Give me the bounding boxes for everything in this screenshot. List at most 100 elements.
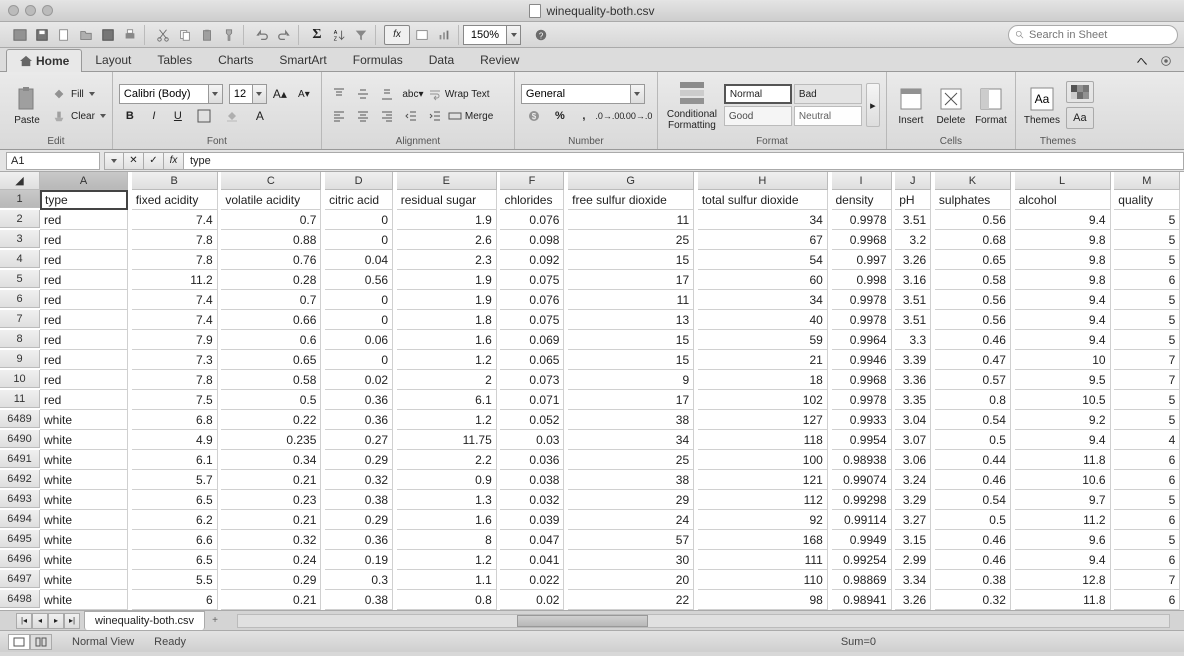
cell[interactable]: 2.3 xyxy=(397,250,497,270)
cell[interactable]: 0.02 xyxy=(325,370,393,390)
horizontal-scrollbar[interactable] xyxy=(237,614,1170,628)
open-icon[interactable] xyxy=(76,25,96,45)
column-header[interactable]: G xyxy=(568,172,694,190)
cell[interactable]: red xyxy=(40,270,128,290)
cell[interactable]: 100 xyxy=(698,450,828,470)
help-icon[interactable]: ? xyxy=(531,25,551,45)
cell[interactable]: 3.51 xyxy=(895,210,931,230)
search-input[interactable] xyxy=(1029,29,1171,41)
cell[interactable]: 112 xyxy=(698,490,828,510)
cell[interactable]: 11 xyxy=(568,210,694,230)
cell[interactable]: 0.28 xyxy=(221,270,321,290)
cell[interactable]: 5 xyxy=(1114,310,1180,330)
cell[interactable]: 3.39 xyxy=(895,350,931,370)
cell[interactable]: 38 xyxy=(568,470,694,490)
cell[interactable]: 3.36 xyxy=(895,370,931,390)
row-header[interactable]: 6492 xyxy=(0,470,40,488)
cell[interactable]: 22 xyxy=(568,590,694,610)
formula-input[interactable]: type xyxy=(184,152,1184,170)
font-size-dropdown[interactable] xyxy=(253,84,267,104)
cell[interactable]: 34 xyxy=(698,210,828,230)
sheet-nav-next[interactable]: ▸ xyxy=(48,613,64,629)
view-normal-icon[interactable] xyxy=(8,634,30,650)
cell[interactable]: fixed acidity xyxy=(132,190,218,210)
undo-icon[interactable] xyxy=(252,25,272,45)
cell[interactable]: 15 xyxy=(568,330,694,350)
cell[interactable]: 10 xyxy=(1015,350,1111,370)
cell[interactable]: red xyxy=(40,350,128,370)
cell[interactable]: 0.998 xyxy=(832,270,892,290)
delete-button[interactable]: Delete xyxy=(933,74,969,136)
cell[interactable]: 0.54 xyxy=(935,490,1011,510)
cell[interactable]: 4.9 xyxy=(132,430,218,450)
cell[interactable]: 1.2 xyxy=(397,350,497,370)
font-name-input[interactable] xyxy=(119,84,209,104)
row-header[interactable]: 6 xyxy=(0,290,40,308)
cell[interactable]: 6 xyxy=(1114,550,1180,570)
print-icon[interactable] xyxy=(120,25,140,45)
cell[interactable]: 9.8 xyxy=(1015,230,1111,250)
cell[interactable]: 0.9954 xyxy=(832,430,892,450)
column-header[interactable]: J xyxy=(895,172,931,190)
cell[interactable]: citric acid xyxy=(325,190,393,210)
cell[interactable]: 0.9978 xyxy=(832,390,892,410)
cell[interactable]: 3.2 xyxy=(895,230,931,250)
cell[interactable]: 6.6 xyxy=(132,530,218,550)
paste-button[interactable]: Paste xyxy=(6,74,48,136)
zoom-input[interactable] xyxy=(463,25,507,45)
cell[interactable]: 0.076 xyxy=(500,210,564,230)
cell[interactable]: 25 xyxy=(568,450,694,470)
shrink-font-icon[interactable]: A▾ xyxy=(293,84,315,104)
tab-smartart[interactable]: SmartArt xyxy=(266,48,339,71)
column-header[interactable]: I xyxy=(832,172,892,190)
font-size-input[interactable] xyxy=(229,84,253,104)
cell[interactable]: 38 xyxy=(568,410,694,430)
fill-button[interactable]: Fill xyxy=(52,84,106,104)
autosum-icon[interactable]: Σ xyxy=(307,25,327,45)
cell[interactable]: 17 xyxy=(568,270,694,290)
insert-button[interactable]: Insert xyxy=(893,74,929,136)
cell[interactable]: 0.56 xyxy=(935,210,1011,230)
increase-indent-icon[interactable] xyxy=(424,106,446,126)
cell[interactable]: 9.4 xyxy=(1015,330,1111,350)
cell[interactable]: 5 xyxy=(1114,210,1180,230)
cell[interactable]: 6 xyxy=(1114,590,1180,610)
theme-colors-icon[interactable] xyxy=(1066,81,1094,103)
cell[interactable]: 1.9 xyxy=(397,210,497,230)
orientation-button[interactable]: abc▾ xyxy=(400,84,426,104)
cell[interactable]: 0.03 xyxy=(500,430,564,450)
cell[interactable]: 9.8 xyxy=(1015,270,1111,290)
cell[interactable]: 7 xyxy=(1114,350,1180,370)
cell[interactable]: 0.7 xyxy=(221,290,321,310)
font-color-button[interactable]: A xyxy=(247,106,273,126)
cell[interactable]: 0.24 xyxy=(221,550,321,570)
cell[interactable]: 0.9 xyxy=(397,470,497,490)
cell[interactable]: 6.8 xyxy=(132,410,218,430)
cell[interactable]: 0.5 xyxy=(221,390,321,410)
cell[interactable]: 0.99254 xyxy=(832,550,892,570)
view-layout-icon[interactable] xyxy=(30,634,52,650)
cell[interactable]: 15 xyxy=(568,250,694,270)
cell[interactable]: 168 xyxy=(698,530,828,550)
cell[interactable]: 0.56 xyxy=(935,310,1011,330)
cell[interactable]: 0.9968 xyxy=(832,230,892,250)
cell[interactable]: white xyxy=(40,570,128,590)
cell[interactable]: 0.46 xyxy=(935,550,1011,570)
cell[interactable]: 5.7 xyxy=(132,470,218,490)
cell[interactable]: 3.34 xyxy=(895,570,931,590)
name-dropdown[interactable] xyxy=(104,152,124,170)
cell[interactable]: residual sugar xyxy=(397,190,497,210)
redo-icon[interactable] xyxy=(274,25,294,45)
row-header[interactable]: 6496 xyxy=(0,550,40,568)
cell[interactable]: 0.9978 xyxy=(832,310,892,330)
cell[interactable]: 24 xyxy=(568,510,694,530)
cell[interactable]: 0 xyxy=(325,230,393,250)
cell[interactable]: 11 xyxy=(568,290,694,310)
cell[interactable]: 0.65 xyxy=(221,350,321,370)
cell[interactable]: 7.4 xyxy=(132,310,218,330)
spreadsheet-grid[interactable]: ◢ABCDEFGHIJKLM1typefixed acidityvolatile… xyxy=(0,172,1184,610)
cell[interactable]: white xyxy=(40,450,128,470)
tab-layout[interactable]: Layout xyxy=(82,48,144,71)
cell[interactable]: 21 xyxy=(698,350,828,370)
conditional-formatting-button[interactable]: Conditional Formatting xyxy=(664,74,720,136)
